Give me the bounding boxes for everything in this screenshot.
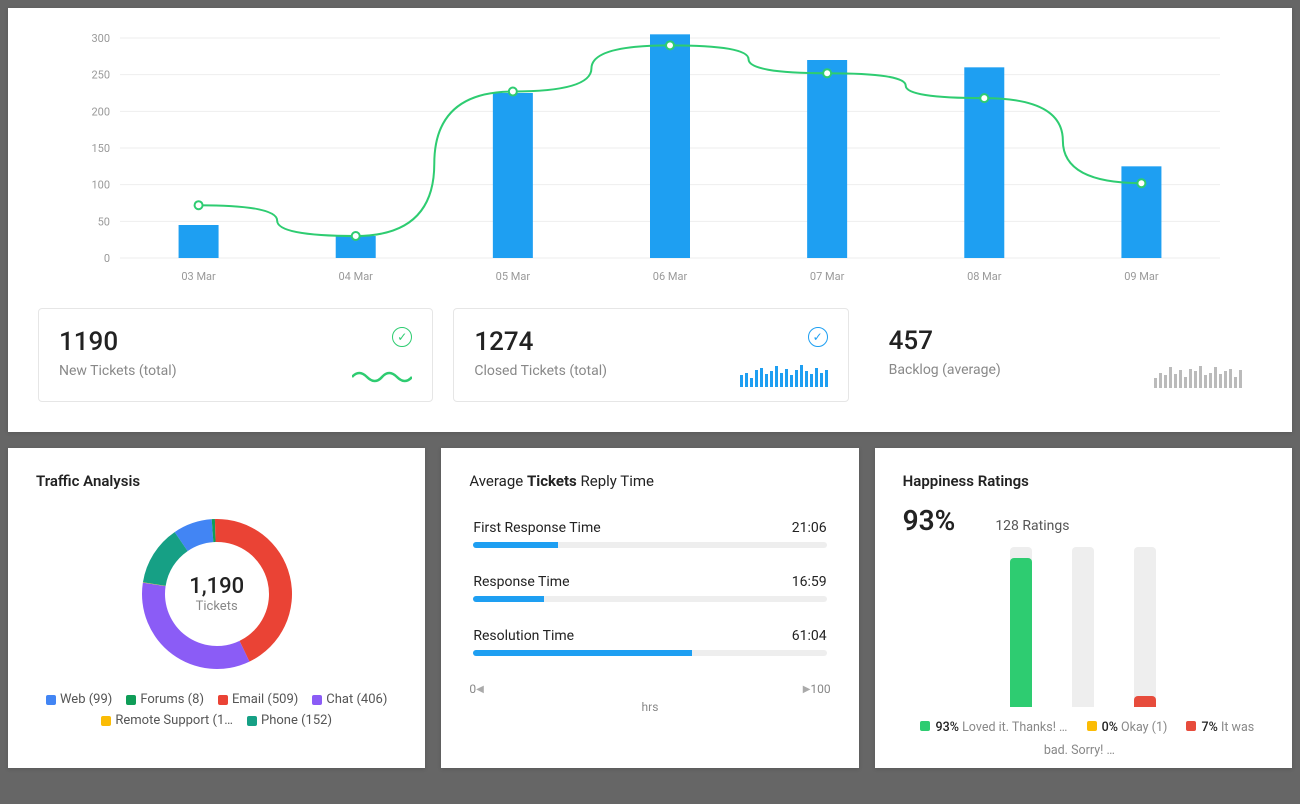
happiness-ratings-count: 128 Ratings: [995, 518, 1069, 534]
reply-time-bar: [473, 596, 826, 602]
happiness-legend-item[interactable]: 0% Okay (1): [1087, 720, 1171, 735]
stat-card-new-tickets[interactable]: 1190 New Tickets (total) ✓: [38, 308, 433, 402]
reply-time-panel: Average Tickets Reply Time First Respons…: [441, 448, 858, 768]
traffic-title: Traffic Analysis: [36, 472, 397, 490]
reply-time-label: Response Time: [473, 574, 569, 590]
happiness-bar-chart: [903, 547, 1264, 707]
reply-time-row: Resolution Time 61:04: [469, 628, 830, 656]
svg-text:250: 250: [91, 69, 110, 82]
svg-text:05 Mar: 05 Mar: [496, 270, 531, 283]
new-tickets-label: New Tickets (total): [59, 363, 177, 379]
tickets-overview-panel: 0 50 100 150 200 250 300 03 Mar 04 Mar 05 Mar 06 M…: [8, 8, 1292, 432]
svg-text:06 Mar: 06 Mar: [653, 270, 688, 283]
reply-time-row: Response Time 16:59: [469, 574, 830, 602]
svg-text:150: 150: [91, 142, 110, 155]
scale-left-icon: ◀: [476, 684, 484, 695]
reply-time-scale: 0 ◀ ▶ 100: [469, 682, 830, 696]
reply-time-value: 16:59: [792, 574, 827, 590]
happiness-panel: Happiness Ratings 93% 128 Ratings 93% Lo…: [875, 448, 1292, 768]
reply-time-label: First Response Time: [473, 520, 600, 536]
svg-text:03 Mar: 03 Mar: [181, 270, 216, 283]
happiness-bar: [1134, 547, 1156, 707]
donut-total-value: 1,190: [189, 574, 244, 599]
happiness-title: Happiness Ratings: [903, 472, 1264, 490]
svg-text:0: 0: [104, 252, 110, 265]
happiness-legend: 93% Loved it. Thanks! … 0% Okay (1) 7% I…: [903, 717, 1264, 762]
stat-card-backlog[interactable]: 457 Backlog (average): [869, 308, 1262, 402]
reply-time-title: Average Tickets Reply Time: [469, 472, 830, 490]
happiness-bar: [1072, 547, 1094, 707]
stat-card-closed-tickets[interactable]: 1274 Closed Tickets (total) ✓: [453, 308, 848, 402]
closed-tickets-label: Closed Tickets (total): [474, 363, 607, 379]
happiness-bar: [1010, 547, 1032, 707]
tickets-bar-line-chart: 0 50 100 150 200 250 300 03 Mar 04 Mar 05 Mar 06 M…: [38, 28, 1262, 288]
reply-time-bar: [473, 650, 826, 656]
svg-text:100: 100: [91, 179, 110, 192]
reply-time-label: Resolution Time: [473, 628, 574, 644]
traffic-donut: 1,190 Tickets: [127, 504, 307, 684]
legend-item[interactable]: Forums (8): [126, 692, 204, 707]
scale-right-icon: ▶: [803, 684, 811, 695]
traffic-legend: Web (99) Forums (8) Email (509) Chat (406) R…: [36, 692, 397, 728]
legend-item[interactable]: Web (99): [46, 692, 112, 707]
sparkline-wave: [352, 367, 412, 387]
scale-unit: hrs: [469, 700, 830, 714]
reply-time-value: 21:06: [792, 520, 827, 536]
happiness-legend-item[interactable]: 93% Loved it. Thanks! …: [920, 720, 1070, 735]
svg-text:200: 200: [91, 105, 110, 118]
new-tickets-value: 1190: [59, 327, 177, 357]
legend-item[interactable]: Chat (406): [312, 692, 387, 707]
reply-time-row: First Response Time 21:06: [469, 520, 830, 548]
traffic-analysis-panel: Traffic Analysis 1,190 Tickets Web (99) F…: [8, 448, 425, 768]
svg-text:50: 50: [98, 215, 110, 228]
check-icon: ✓: [392, 327, 412, 347]
legend-item[interactable]: Remote Support (1…: [101, 713, 233, 728]
reply-time-bar: [473, 542, 826, 548]
bottom-row: Traffic Analysis 1,190 Tickets Web (99) F…: [8, 448, 1292, 768]
closed-tickets-value: 1274: [474, 327, 607, 357]
svg-text:04 Mar: 04 Mar: [339, 270, 374, 283]
svg-text:07 Mar: 07 Mar: [810, 270, 845, 283]
svg-text:08 Mar: 08 Mar: [967, 270, 1002, 283]
check-icon: ✓: [808, 327, 828, 347]
donut-total-label: Tickets: [196, 599, 238, 614]
sparkline-bars: [740, 365, 828, 387]
happiness-pct: 93%: [903, 504, 956, 537]
sparkline-bars: [1154, 366, 1242, 388]
legend-item[interactable]: Email (509): [218, 692, 298, 707]
backlog-value: 457: [889, 326, 1001, 356]
backlog-label: Backlog (average): [889, 362, 1001, 378]
reply-time-value: 61:04: [792, 628, 827, 644]
stat-row: 1190 New Tickets (total) ✓ 1274 Closed T…: [38, 308, 1262, 402]
svg-text:09 Mar: 09 Mar: [1124, 270, 1159, 283]
legend-item[interactable]: Phone (152): [247, 713, 332, 728]
svg-text:300: 300: [91, 32, 110, 45]
